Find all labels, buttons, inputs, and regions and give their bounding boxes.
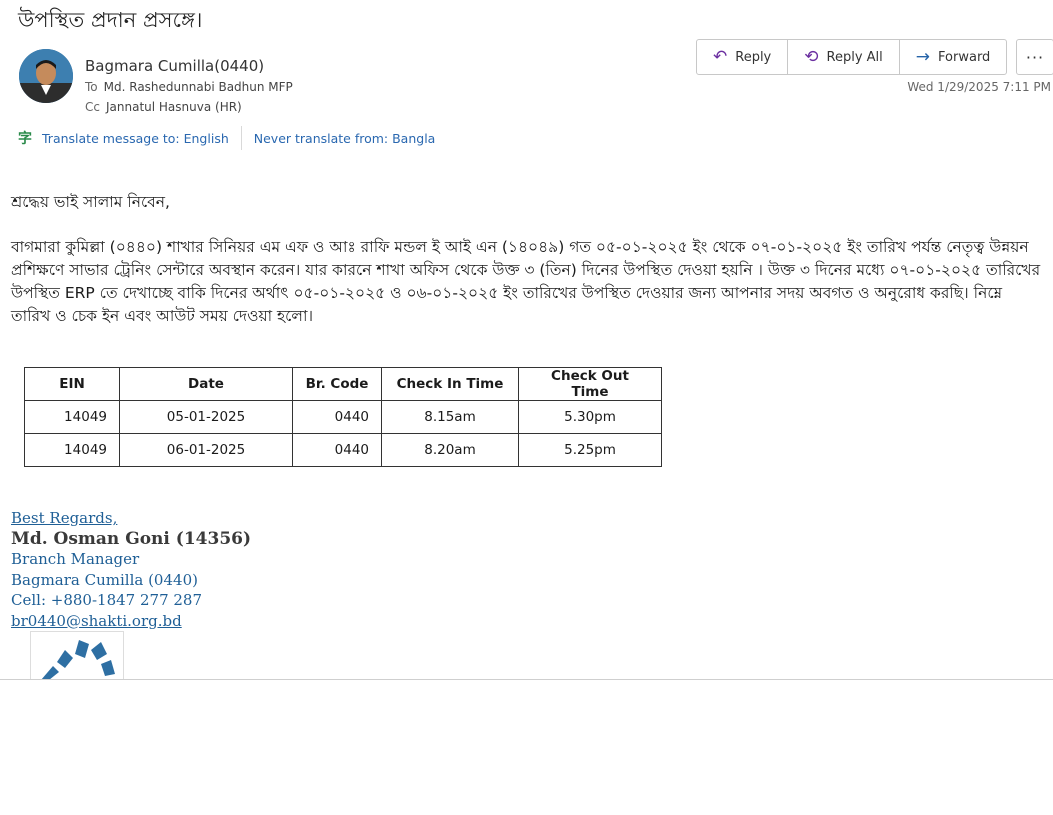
cell-date: 05-01-2025 (119, 400, 293, 434)
table-header-row: EIN Date Br. Code Check In Time Check Ou… (24, 367, 662, 401)
forward-icon: → (915, 47, 931, 67)
translate-icon: 字 (18, 131, 32, 147)
sender-avatar[interactable] (19, 49, 73, 103)
translate-link[interactable]: Translate message to: English (42, 131, 229, 146)
reply-button[interactable]: ↶ Reply (697, 40, 789, 74)
cc-recipient[interactable]: Jannatul Hasnuva (HR) (106, 100, 242, 114)
pane-divider (0, 679, 1053, 680)
sig-regards: Best Regards, (11, 509, 118, 527)
cell-ein: 14049 (24, 400, 120, 434)
cc-label: Cc (85, 100, 100, 114)
reply-label: Reply (735, 49, 772, 65)
table-row: 14049 05-01-2025 0440 8.15am 5.30pm (24, 400, 662, 434)
header-date: Date (119, 367, 293, 401)
to-line: To Md. Rashedunnabi Badhun MFP (85, 80, 293, 94)
to-recipient[interactable]: Md. Rashedunnabi Badhun MFP (104, 80, 293, 94)
sig-title: Branch Manager (11, 550, 140, 568)
sig-cell: Cell: +880-1847 277 287 (11, 591, 203, 609)
sender-name[interactable]: Bagmara Cumilla(0440) (85, 57, 264, 75)
cell-check-out: 5.25pm (518, 433, 662, 467)
table-row: 14049 06-01-2025 0440 8.20am 5.25pm (24, 433, 662, 467)
cell-check-out: 5.30pm (518, 400, 662, 434)
attendance-table: EIN Date Br. Code Check In Time Check Ou… (24, 367, 662, 467)
sig-branch: Bagmara Cumilla (0440) (11, 570, 198, 589)
organization-logo (30, 631, 124, 680)
message-actions: ↶ Reply ⟲ Reply All → Forward (696, 39, 1008, 75)
sent-datetime: Wed 1/29/2025 7:11 PM (907, 80, 1051, 94)
header-ein: EIN (24, 367, 120, 401)
cell-br-code: 0440 (292, 400, 382, 434)
never-translate-link[interactable]: Never translate from: Bangla (254, 131, 436, 146)
more-actions-button[interactable]: ··· (1016, 39, 1053, 75)
forward-button[interactable]: → Forward (900, 40, 1007, 74)
cc-line: Cc Jannatul Hasnuva (HR) (85, 100, 242, 114)
cell-br-code: 0440 (292, 433, 382, 467)
reply-icon: ↶ (713, 47, 728, 67)
email-subject: উপস্থিত প্রদান প্রসঙ্গে। (18, 8, 203, 32)
email-signature: Best Regards, Md. Osman Goni (14356) Bra… (11, 508, 251, 631)
header-check-out: Check Out Time (518, 367, 662, 401)
translate-separator (240, 126, 242, 150)
translate-bar: 字 Translate message to: English Never tr… (18, 126, 435, 150)
to-label: To (85, 80, 98, 94)
email-paragraph: বাগমারা কুমিল্লা (০৪৪০) শাখার সিনিয়র এম… (11, 238, 1041, 325)
forward-label: Forward (938, 49, 991, 65)
reply-all-icon: ⟲ (804, 47, 819, 67)
cell-check-in: 8.15am (381, 400, 519, 434)
cell-date: 06-01-2025 (119, 433, 293, 467)
sig-name: Md. Osman Goni (14356) (11, 528, 252, 549)
header-br-code: Br. Code (292, 367, 382, 401)
cell-check-in: 8.20am (381, 433, 519, 467)
cell-ein: 14049 (24, 433, 120, 467)
sig-email-link[interactable]: br0440@shakti.org.bd (11, 612, 182, 630)
header-check-in: Check In Time (381, 367, 519, 401)
reply-all-button[interactable]: ⟲ Reply All (788, 40, 900, 74)
reply-all-label: Reply All (826, 49, 883, 65)
email-greeting: শ্রদ্ধেয় ভাই সালাম নিবেন, (11, 193, 170, 211)
